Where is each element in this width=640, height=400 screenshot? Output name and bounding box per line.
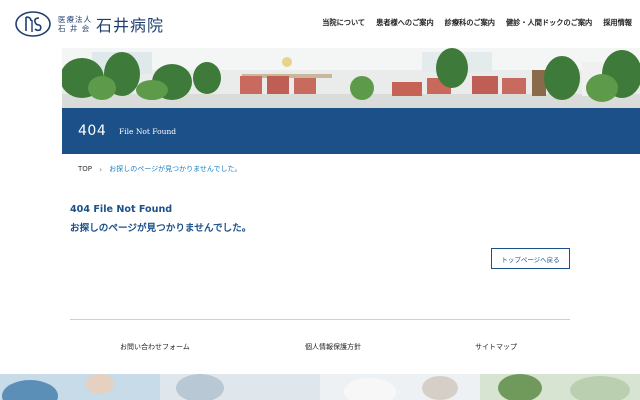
breadcrumb: TOP › お探しのページが見つかりませんでした。 xyxy=(78,164,242,174)
footer-link-sitemap[interactable]: サイトマップ xyxy=(475,342,517,352)
error-message: お探しのページが見つかりませんでした。 xyxy=(70,223,252,234)
logo-hospital-name: 石井病院 xyxy=(96,16,165,35)
back-to-top-button[interactable]: トップページへ戻る xyxy=(491,248,570,269)
footer-photo-strip xyxy=(0,374,640,400)
site-logo[interactable]: 医療法人 石 井 会 石井病院 xyxy=(14,10,164,38)
global-nav: 当院について 患者様へのご案内 診療科のご案内 健診・人間ドックのご案内 採用情… xyxy=(311,18,632,28)
page-title-code: 404 xyxy=(78,123,107,139)
footer-link-privacy[interactable]: 個人情報保護方針 xyxy=(305,342,361,352)
breadcrumb-top-link[interactable]: TOP xyxy=(78,165,92,173)
error-heading: 404 File Not Found xyxy=(70,204,173,215)
nav-recruit[interactable]: 採用情報 xyxy=(603,18,632,28)
page-title-band: 404 File Not Found xyxy=(62,108,640,154)
breadcrumb-current: お探しのページが見つかりませんでした。 xyxy=(109,165,242,173)
chevron-right-icon: › xyxy=(99,164,103,174)
nav-checkup[interactable]: 健診・人間ドックのご案内 xyxy=(506,18,592,28)
logo-corporation-text: 医療法人 石 井 会 xyxy=(58,15,92,33)
site-header: 医療法人 石 井 会 石井病院 当院について 患者様へのご案内 診療科のご案内 … xyxy=(0,0,640,48)
logo-corp-line1: 医療法人 xyxy=(58,15,92,24)
hospital-logo-icon xyxy=(15,11,51,37)
footer-divider xyxy=(70,319,570,320)
footer-link-contact[interactable]: お問い合わせフォーム xyxy=(120,342,190,352)
nav-patient-guide[interactable]: 患者様へのご案内 xyxy=(376,18,434,28)
page-title-subtitle: File Not Found xyxy=(119,127,177,136)
nav-departments[interactable]: 診療科のご案内 xyxy=(445,18,495,28)
nav-about[interactable]: 当院について xyxy=(322,18,365,28)
logo-corp-line2: 石 井 会 xyxy=(58,24,91,33)
hero-image xyxy=(62,48,640,108)
